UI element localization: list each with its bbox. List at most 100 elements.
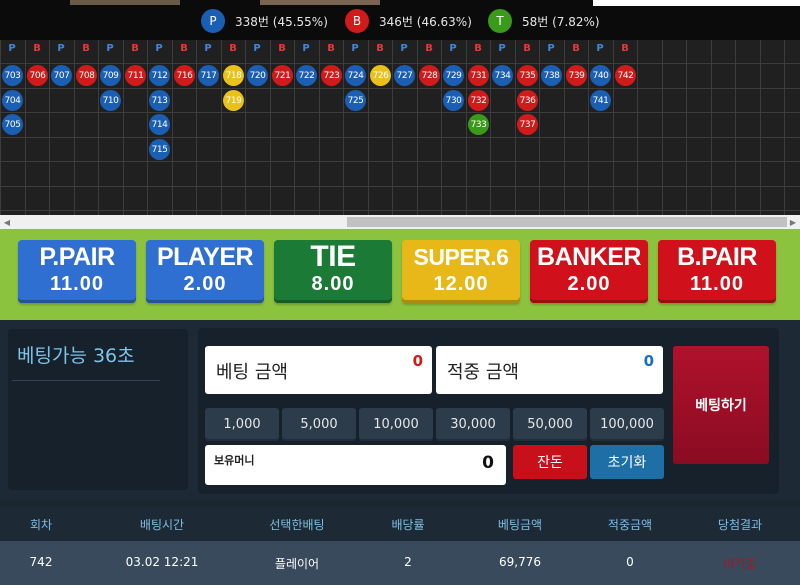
grid-line: [588, 40, 589, 215]
grid-line: [98, 40, 99, 215]
bet-super6-button[interactable]: SUPER.6 12.00: [402, 240, 520, 303]
history-header: 회차 배팅시간 선택한배팅 배당률 베팅금액 적중금액 당첨결과: [0, 507, 800, 541]
divider: [12, 380, 160, 381]
grid-line: [172, 40, 173, 215]
road-bead: 737: [517, 114, 538, 135]
grid-line: [49, 40, 50, 215]
win-amount-value: 0: [643, 352, 654, 370]
table-row: 742 03.02 12:21 플레이어 2 69,776 0 미적중: [0, 541, 800, 585]
road-header-letter: B: [474, 43, 482, 54]
grid-line: [760, 40, 761, 215]
road-bead: 704: [2, 90, 23, 111]
road-header-letter: P: [449, 43, 457, 54]
road-bead: 725: [345, 90, 366, 111]
stats-bar: P 338번 (45.55%) B 346번 (46.63%) T 58번 (7…: [0, 0, 800, 40]
road-bead: 726: [370, 65, 391, 86]
betting-timer: 베팅가능 36초: [17, 345, 135, 367]
grid-line: [0, 112, 800, 113]
chip-1000-button[interactable]: 1,000: [205, 408, 279, 441]
bet-player-pair-button[interactable]: P.PAIR 11.00: [18, 240, 136, 303]
grid-line: [270, 40, 271, 215]
scroll-left-icon[interactable]: ◀: [0, 215, 14, 229]
bet-banker-button[interactable]: BANKER 2.00: [530, 240, 648, 303]
place-bet-button[interactable]: 베팅하기: [673, 346, 769, 464]
grid-line: [294, 40, 295, 215]
bet-name: BANKER: [537, 243, 641, 271]
grid-line: [343, 40, 344, 215]
cell-win-amount: 0: [626, 555, 634, 569]
bet-amount-label: 베팅 금액: [216, 362, 288, 383]
cell-bet-amount: 69,776: [499, 555, 541, 569]
road-bead: 707: [51, 65, 72, 86]
scroll-right-icon[interactable]: ▶: [786, 215, 800, 229]
reset-button[interactable]: 초기화: [590, 445, 664, 479]
chip-100000-button[interactable]: 100,000: [590, 408, 664, 441]
road-header-letter: P: [204, 43, 212, 54]
road-bead: 727: [394, 65, 415, 86]
road-bead: 723: [321, 65, 342, 86]
road-bead: 720: [247, 65, 268, 86]
road-bead: 713: [149, 90, 170, 111]
grid-line: [196, 40, 197, 215]
road-scrollbar[interactable]: ◀ ▶: [0, 215, 800, 229]
balance-value: 0: [482, 453, 494, 473]
road-header-letter: B: [33, 43, 41, 54]
road-bead: 712: [149, 65, 170, 86]
grid-line: [711, 40, 712, 215]
road-bead: 742: [615, 65, 636, 86]
bet-banker-pair-button[interactable]: B.PAIR 11.00: [658, 240, 776, 303]
road-bead: 711: [125, 65, 146, 86]
bet-name: TIE: [310, 240, 356, 273]
change-button[interactable]: 잔돈: [513, 445, 587, 479]
road-bead: 730: [443, 90, 464, 111]
grid-line: [539, 40, 540, 215]
road-bead: 734: [492, 65, 513, 86]
grid-line: [515, 40, 516, 215]
road-bead: 728: [419, 65, 440, 86]
bet-name: SUPER.6: [413, 244, 509, 270]
grid-line: [0, 210, 800, 211]
road-bead: 708: [76, 65, 97, 86]
chip-50000-button[interactable]: 50,000: [513, 408, 587, 441]
scroll-thumb[interactable]: [347, 217, 787, 227]
grid-line: [441, 40, 442, 215]
tie-stat-icon: T: [488, 9, 512, 33]
grid-line: [637, 40, 638, 215]
grid-line: [662, 40, 663, 215]
grid-line: [735, 40, 736, 215]
grid-line: [0, 161, 800, 162]
grid-line: [319, 40, 320, 215]
road-header-letter: B: [572, 43, 580, 54]
grid-line: [392, 40, 393, 215]
bet-tie-button[interactable]: TIE 8.00: [274, 240, 392, 303]
grid-line: [784, 40, 785, 215]
col-bet-amount: 베팅금액: [497, 518, 543, 532]
player-stat: P 338번 (45.55%): [201, 9, 328, 33]
road-bead: 735: [517, 65, 538, 86]
grid-line: [686, 40, 687, 215]
road-bead: 705: [2, 114, 23, 135]
bet-amount-value: 0: [412, 352, 423, 370]
grid-line: [0, 63, 800, 64]
bet-odds: 8.00: [311, 273, 355, 295]
chip-30000-button[interactable]: 30,000: [436, 408, 510, 441]
col-odds: 배당률: [391, 518, 425, 532]
bet-odds: 11.00: [690, 273, 744, 295]
grid-line: [74, 40, 75, 215]
grid-line: [221, 40, 222, 215]
road-header-letter: B: [180, 43, 188, 54]
grid-line: [25, 40, 26, 215]
road-header-letter: P: [351, 43, 359, 54]
road-bead: 722: [296, 65, 317, 86]
road-header-letter: P: [302, 43, 310, 54]
win-amount-field: 적중 금액 0: [436, 346, 663, 394]
road-bead: 724: [345, 65, 366, 86]
bet-name: P.PAIR: [39, 243, 115, 271]
chip-10000-button[interactable]: 10,000: [359, 408, 433, 441]
chip-5000-button[interactable]: 5,000: [282, 408, 356, 441]
road-bead: 721: [272, 65, 293, 86]
bet-player-button[interactable]: PLAYER 2.00: [146, 240, 264, 303]
road-bead: 733: [468, 114, 489, 135]
banker-stat: B 346번 (46.63%): [345, 9, 472, 33]
balance-field: 보유머니 0: [205, 445, 506, 485]
